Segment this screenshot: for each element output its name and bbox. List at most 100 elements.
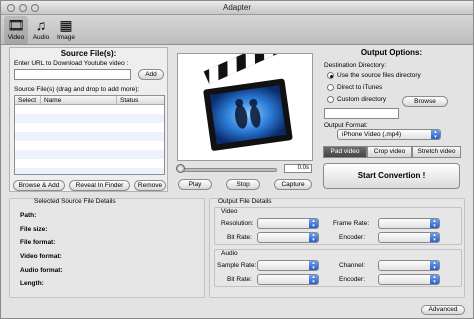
toolbar: 🎞 Video ♫ Audio ▦ Image <box>1 15 473 45</box>
table-row <box>15 168 164 174</box>
bit-rate-select[interactable]: ▴ ▾ <box>257 232 319 243</box>
frame-rate-label: Frame Rate: <box>333 220 370 227</box>
add-url-button[interactable]: Add <box>138 69 164 80</box>
browse-directory-button[interactable]: Browse <box>402 96 448 107</box>
radio-custom-directory[interactable] <box>327 96 334 103</box>
table-row <box>15 105 164 114</box>
output-format-select[interactable]: iPhone Video (.mp4) ▴ ▾ <box>337 129 441 140</box>
column-name[interactable]: Name <box>41 96 117 105</box>
audio-settings-group: Audio Sample Rate: ▴ ▾ Channel: ▴ ▾ Bit Ra… <box>214 249 462 287</box>
detail-file-format: File format: <box>20 239 56 246</box>
audio-bit-rate-label: Bit Rate: <box>227 276 252 283</box>
crop-video-button[interactable]: Crop video <box>367 146 412 158</box>
preview-area <box>177 36 313 161</box>
select-arrows-icon: ▴ ▾ <box>430 233 439 242</box>
tab-audio[interactable]: ♫ Audio <box>29 16 53 44</box>
output-details-title: Output File Details <box>218 198 272 205</box>
select-arrows-icon: ▴ ▾ <box>309 233 318 242</box>
audio-group-label: Audio <box>221 250 238 257</box>
stretch-video-button[interactable]: Stretch video <box>412 146 461 158</box>
source-details-title: Selected Source File Details <box>34 198 116 205</box>
table-row <box>15 123 164 132</box>
output-format-value: iPhone Video (.mp4) <box>342 131 402 138</box>
destination-label: Destination Directory: <box>324 62 387 69</box>
select-arrows-icon: ▴ ▾ <box>430 261 439 270</box>
tab-video[interactable]: 🎞 Video <box>4 16 28 44</box>
detail-video-format: Video format: <box>20 253 62 260</box>
play-button[interactable]: Play <box>178 179 212 190</box>
tab-audio-label: Audio <box>32 34 50 41</box>
table-row <box>15 141 164 150</box>
video-settings-group: Video Resolution: ▴ ▾ Frame Rate: ▴ ▾ Bit … <box>214 207 462 245</box>
advanced-button[interactable]: Advanced <box>421 305 465 315</box>
start-conversion-button[interactable]: Start Convertion ! <box>323 163 460 189</box>
radio-custom-directory-label: Custom directory <box>337 96 387 103</box>
table-row <box>15 132 164 141</box>
source-files-table[interactable]: Select Name Status <box>14 95 165 175</box>
source-panel: Source File(s): Enter URL to Download Yo… <box>9 47 168 192</box>
output-format-label: Output Format: <box>324 122 368 129</box>
resolution-label: Resolution: <box>221 220 254 227</box>
table-row <box>15 150 164 159</box>
radio-direct-to-itunes[interactable] <box>327 84 334 91</box>
bit-rate-label: Bit Rate: <box>227 234 252 241</box>
reveal-in-finder-button[interactable]: Reveal In Finder <box>69 180 130 191</box>
frame-rate-select[interactable]: ▴ ▾ <box>378 218 440 229</box>
tab-image[interactable]: ▦ Image <box>54 16 78 44</box>
detail-file-size: File size: <box>20 226 48 233</box>
column-select[interactable]: Select <box>15 96 41 105</box>
video-group-label: Video <box>221 208 238 215</box>
custom-directory-input[interactable] <box>324 108 399 119</box>
film-icon: 🎞 <box>7 17 25 33</box>
radio-source-directory[interactable] <box>327 72 334 79</box>
audio-encoder-label: Encoder: <box>339 276 366 283</box>
time-value: 0.0s <box>297 165 309 171</box>
select-arrows-icon: ▴ ▾ <box>309 275 318 284</box>
output-details-panel: Output File Details Video Resolution: ▴ ▾… <box>209 198 465 298</box>
app-window: Adapter 🎞 Video ♫ Audio ▦ Image Source F… <box>0 0 474 319</box>
audio-encoder-select[interactable]: ▴ ▾ <box>378 274 440 285</box>
browse-add-button[interactable]: Browse & Add <box>13 180 65 191</box>
channel-label: Channel: <box>339 262 366 269</box>
url-label: Enter URL to Download Youtube video : <box>14 60 129 67</box>
capture-button[interactable]: Capture <box>274 179 312 190</box>
select-arrows-icon: ▴ ▾ <box>309 261 318 270</box>
title-bar: Adapter <box>1 1 473 15</box>
source-title: Source File(s): <box>60 49 117 58</box>
select-arrows-icon: ▴ ▾ <box>431 130 440 139</box>
files-label: Source File(s) (drag and drop to add mor… <box>14 86 140 93</box>
url-input[interactable] <box>14 69 131 80</box>
sample-rate-label: Sample Rate: <box>217 262 257 269</box>
detail-length: Length: <box>20 280 44 287</box>
select-arrows-icon: ▴ ▾ <box>430 219 439 228</box>
stop-button[interactable]: Stop <box>226 179 260 190</box>
column-status[interactable]: Status <box>117 96 166 105</box>
tab-video-label: Video <box>7 34 25 41</box>
time-display: 0.0s <box>284 164 312 173</box>
playback-slider-knob[interactable] <box>176 164 185 173</box>
table-row <box>15 159 164 168</box>
audio-bit-rate-select[interactable]: ▴ ▾ <box>257 274 319 285</box>
window-title: Adapter <box>222 3 252 12</box>
image-icon: ▦ <box>59 17 73 33</box>
detail-audio-format: Audio format: <box>20 267 63 274</box>
radio-source-directory-label: Use the source files directory <box>337 72 421 79</box>
detail-path: Path: <box>20 212 37 219</box>
pad-video-button[interactable]: Pad video <box>323 146 367 158</box>
remove-button[interactable]: Remove <box>134 180 166 191</box>
select-arrows-icon: ▴ ▾ <box>309 219 318 228</box>
radio-direct-to-itunes-label: Direct to iTunes <box>337 84 383 91</box>
select-arrows-icon: ▴ ▾ <box>430 275 439 284</box>
table-row <box>15 114 164 123</box>
tab-image-label: Image <box>56 34 76 41</box>
playback-slider[interactable] <box>181 168 277 172</box>
clapperboard-icon <box>203 36 293 151</box>
channel-select[interactable]: ▴ ▾ <box>378 260 440 271</box>
output-options-title: Output Options: <box>360 48 423 57</box>
encoder-select[interactable]: ▴ ▾ <box>378 232 440 243</box>
sample-rate-select[interactable]: ▴ ▾ <box>257 260 319 271</box>
resolution-select[interactable]: ▴ ▾ <box>257 218 319 229</box>
table-header: Select Name Status <box>15 96 164 105</box>
encoder-label: Encoder: <box>339 234 366 241</box>
source-details-panel: Selected Source File Details Path: File … <box>9 198 205 298</box>
